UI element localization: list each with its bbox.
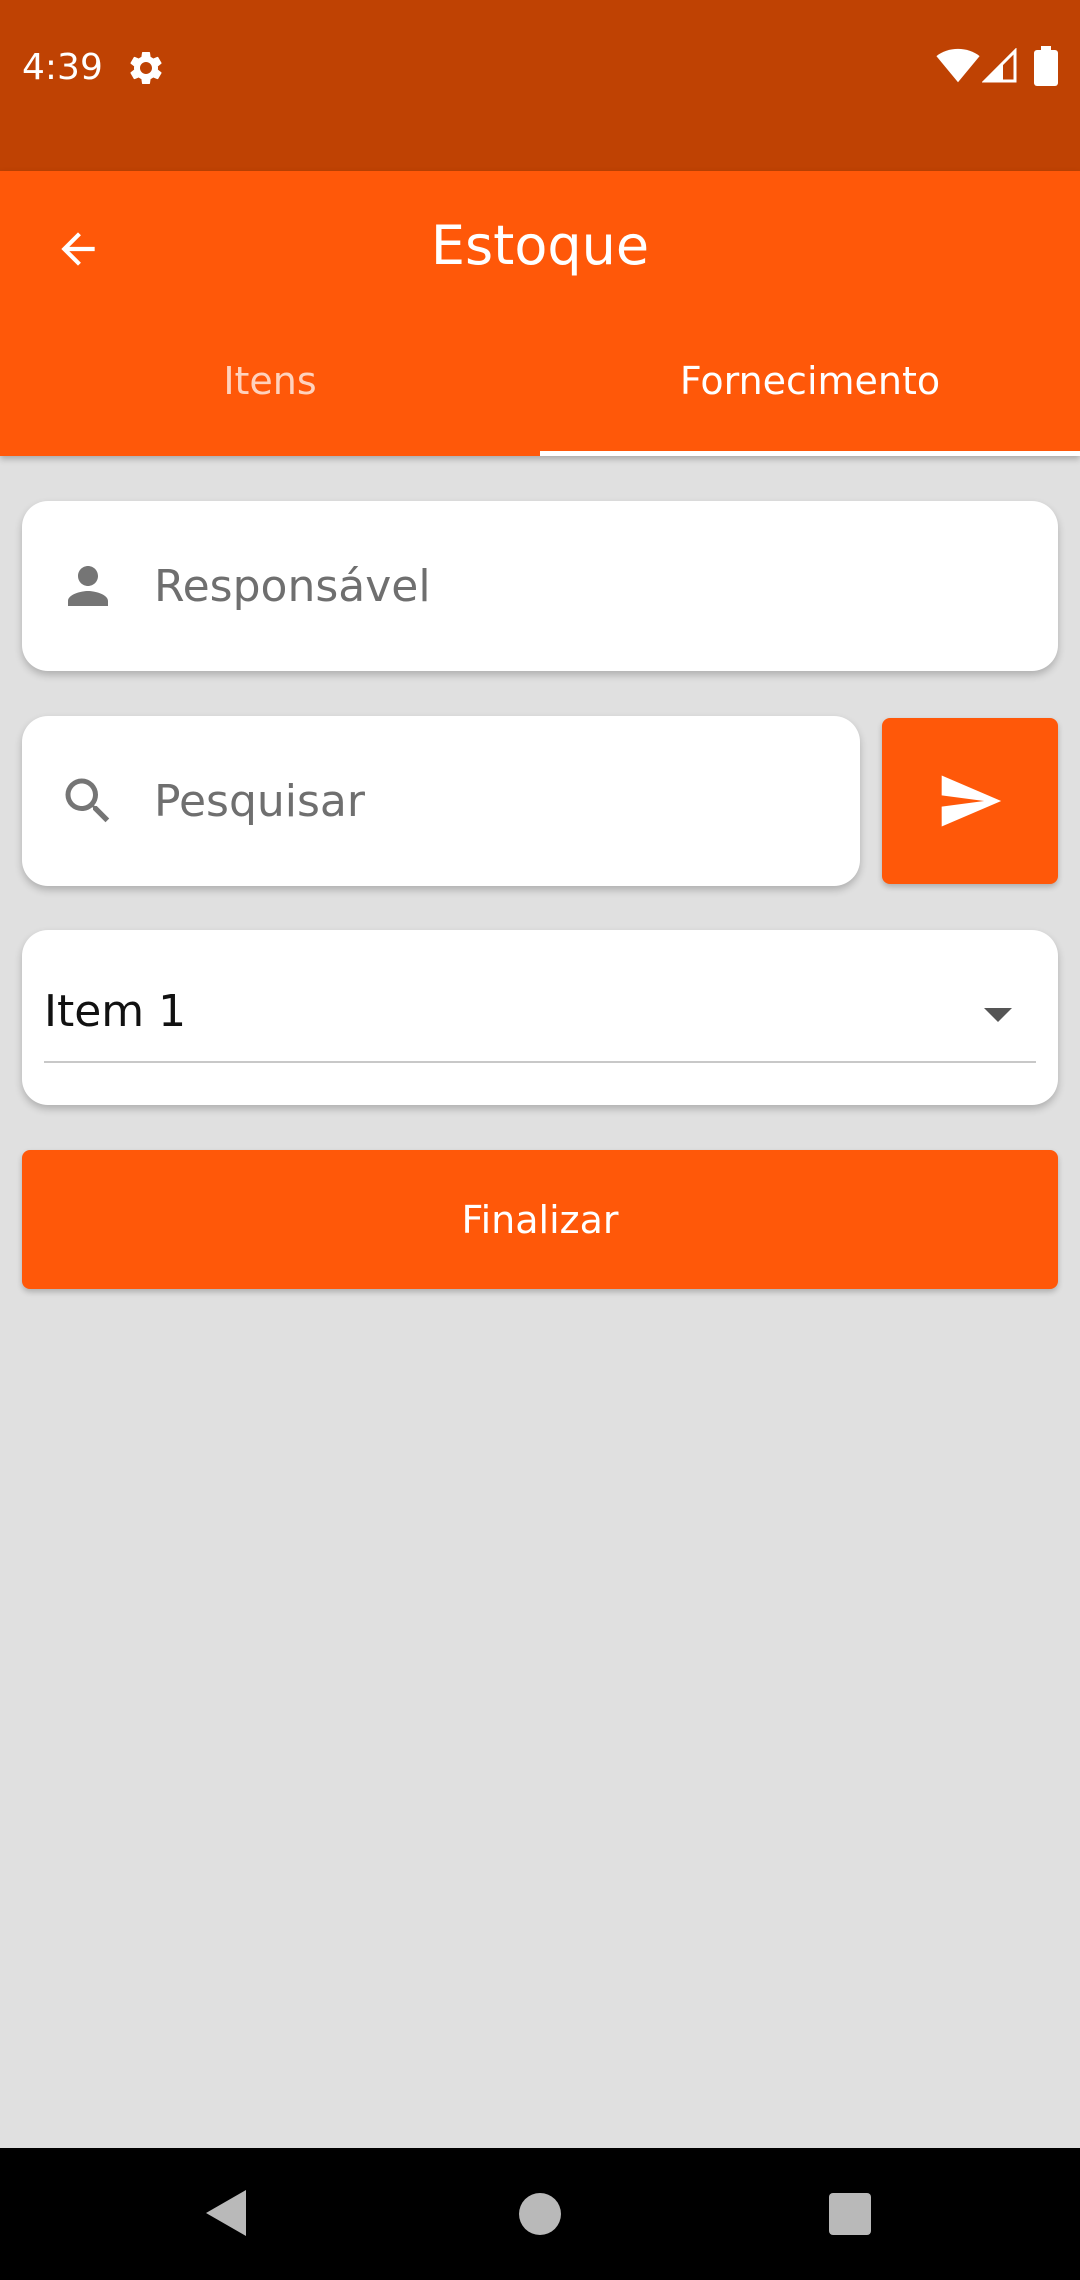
nav-back-icon[interactable] xyxy=(206,2190,246,2236)
dropdown-arrow-icon[interactable] xyxy=(984,1008,1012,1022)
gear-icon xyxy=(130,51,162,84)
item-select-value[interactable]: Item 1 xyxy=(44,982,186,1042)
finalize-button[interactable]: Finalizar xyxy=(22,1150,1058,1289)
nav-home-icon[interactable] xyxy=(519,2193,561,2235)
page-title: Estoque xyxy=(430,214,650,277)
signal-icon xyxy=(982,48,1017,83)
battery-icon xyxy=(1034,46,1058,86)
search-icon xyxy=(65,778,110,823)
search-card xyxy=(22,716,860,886)
send-button[interactable] xyxy=(882,718,1058,884)
responsavel-input[interactable] xyxy=(154,541,1014,631)
tab-fornecimento[interactable]: Fornecimento xyxy=(540,351,1080,456)
select-underline xyxy=(44,1061,1036,1063)
send-icon xyxy=(941,775,1002,827)
person-icon xyxy=(68,566,108,606)
status-time: 4:39 xyxy=(22,47,103,88)
tab-itens[interactable]: Itens xyxy=(0,351,540,456)
responsavel-card xyxy=(22,501,1058,671)
app-bar: Estoque Itens Fornecimento xyxy=(0,171,1080,456)
item-select-card: Item 1 xyxy=(22,930,1058,1105)
status-bar: 4:39 xyxy=(0,0,1080,171)
navigation-bar xyxy=(0,2148,1080,2280)
wifi-icon xyxy=(936,48,980,83)
nav-recents-icon[interactable] xyxy=(829,2193,871,2235)
tab-indicator xyxy=(540,451,1080,456)
search-input[interactable] xyxy=(154,756,794,846)
